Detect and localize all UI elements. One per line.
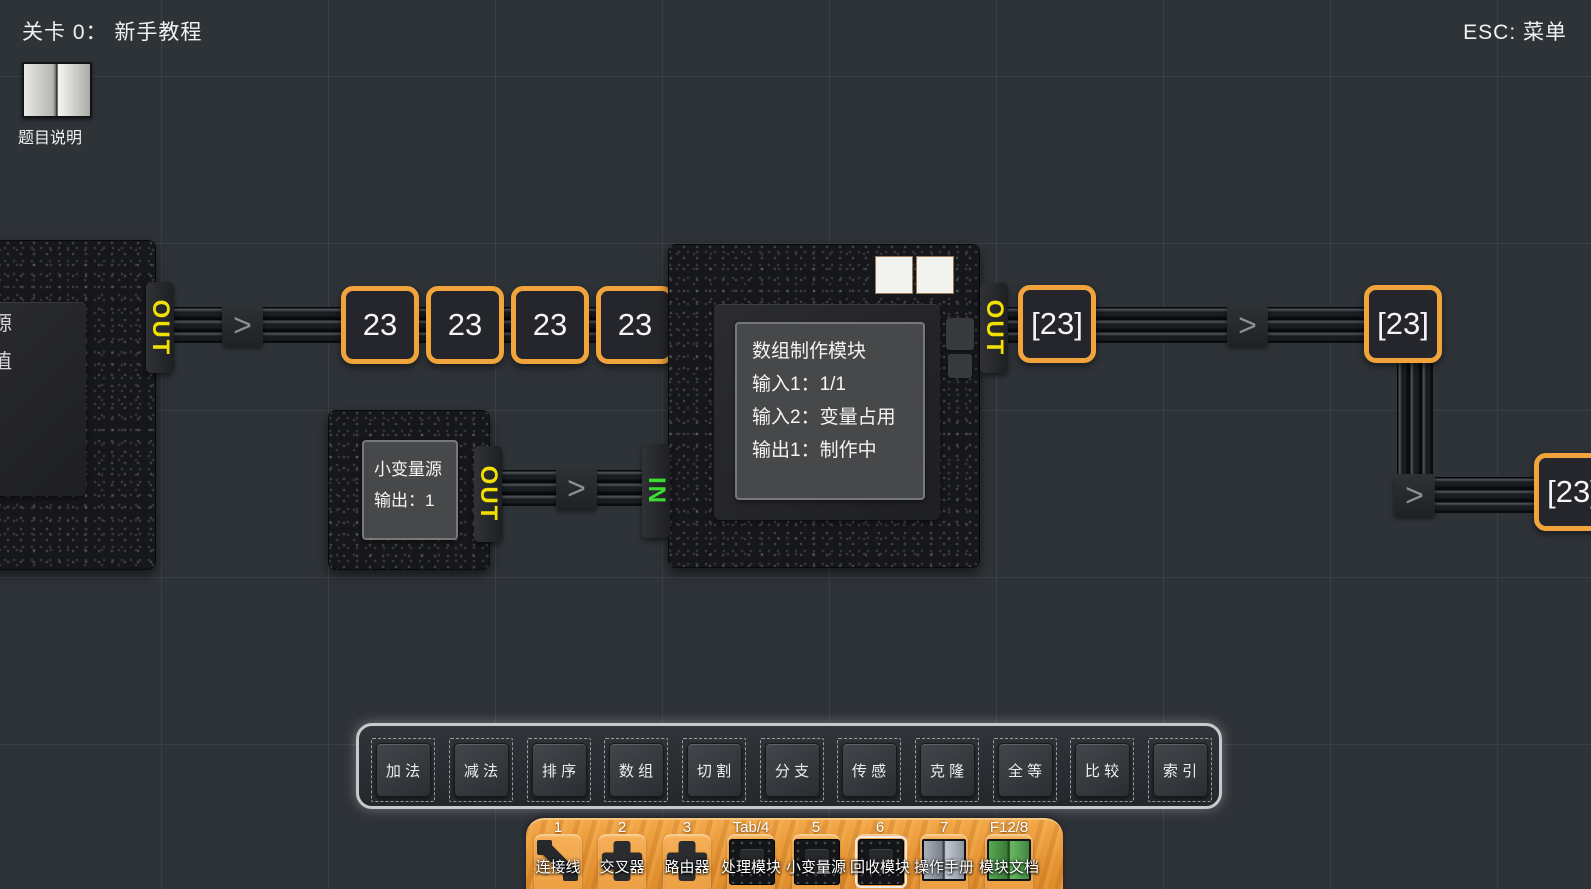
module-button-index[interactable]: 索 引 [1152, 743, 1208, 797]
module-cell: 全 等 [993, 738, 1057, 802]
chip-component [948, 354, 972, 378]
maker-chip-in-port[interactable]: IN [642, 444, 670, 538]
wire-direction-arrow: > [1227, 304, 1268, 346]
wire-direction-arrow: > [1394, 474, 1435, 516]
arrow-glyph: > [1405, 476, 1424, 513]
out-port-label: OUT [981, 299, 1008, 357]
module-cell: 数 组 [604, 738, 668, 802]
esc-menu-hint: ESC: 菜单 [1463, 21, 1567, 44]
wire-direction-arrow: > [556, 467, 597, 509]
module-cell: 传 感 [837, 738, 901, 802]
out-port-label: OUT [475, 465, 502, 523]
tooltip-input2: 输入2：变量占用 [752, 407, 896, 428]
in-port-label: IN [643, 477, 670, 505]
indicator-light [916, 256, 954, 294]
tooltip-output1: 输出1：制作中 [752, 440, 877, 461]
array-token: [23] [1018, 285, 1096, 363]
left-source-chip[interactable] [0, 240, 156, 570]
module-button-identical[interactable]: 全 等 [997, 743, 1053, 797]
out-port-label: OUT [147, 299, 174, 356]
value-token: 23 [511, 286, 589, 364]
value-token: 23 [596, 286, 674, 364]
game-screen: 关卡 0： 新手教程 ESC: 菜单 题目说明 源 值 OUT > > > > … [0, 0, 1591, 889]
level-title: 关卡 0： 新手教程 [22, 21, 203, 44]
maker-chip-tooltip: 数组制作模块 输入1：1/1 输入2：变量占用 输出1：制作中 [735, 322, 925, 500]
wire-down-right [1397, 363, 1433, 475]
source-chip-out-port[interactable]: OUT [474, 446, 502, 542]
module-cell: 减 法 [449, 738, 513, 802]
value-token: 23 [341, 286, 419, 364]
left-chip-partial-text-line2: 值 [0, 351, 12, 373]
wire-direction-arrow: > [222, 304, 263, 346]
wire-bottom-right [1433, 477, 1535, 513]
module-cell: 排 序 [527, 738, 591, 802]
source-chip-label: 小变量源 输出：1 [362, 440, 458, 540]
module-cell: 比 较 [1070, 738, 1134, 802]
left-chip-out-port[interactable]: OUT [146, 282, 174, 373]
module-button-cut[interactable]: 切 割 [686, 743, 742, 797]
module-cell: 分 支 [760, 738, 824, 802]
module-cell: 加 法 [371, 738, 435, 802]
tooltip-title: 数组制作模块 [752, 341, 867, 362]
module-cell: 索 引 [1148, 738, 1212, 802]
array-token: [23] [1364, 285, 1442, 363]
indicator-light [875, 256, 913, 294]
maker-chip-out-port[interactable]: OUT [980, 283, 1008, 373]
source-chip-title: 小变量源 [374, 460, 442, 479]
arrow-glyph: > [1238, 306, 1257, 343]
module-button-compare[interactable]: 比 较 [1074, 743, 1130, 797]
left-chip-partial-text-line1: 源 [0, 313, 12, 335]
hotbar-label: 模块文档 [978, 859, 1039, 876]
module-button-array[interactable]: 数 组 [608, 743, 664, 797]
module-button-sort[interactable]: 排 序 [531, 743, 587, 797]
left-chip-die [0, 302, 86, 496]
arrow-glyph: > [567, 469, 586, 506]
tooltip-input1: 输入1：1/1 [752, 374, 846, 395]
arrow-glyph: > [233, 306, 252, 343]
module-button-add[interactable]: 加 法 [375, 743, 431, 797]
module-button-subtract[interactable]: 减 法 [453, 743, 509, 797]
chip-component [946, 318, 974, 350]
module-button-clone[interactable]: 克 隆 [919, 743, 975, 797]
module-cell: 切 割 [682, 738, 746, 802]
help-label: 题目说明 [18, 130, 83, 147]
array-token: [23] [1534, 453, 1591, 531]
module-button-branch[interactable]: 分 支 [764, 743, 820, 797]
module-cell: 克 隆 [915, 738, 979, 802]
module-button-sense[interactable]: 传 感 [841, 743, 897, 797]
source-chip-output: 输出：1 [374, 491, 435, 510]
value-token: 23 [426, 286, 504, 364]
open-book-icon[interactable] [22, 62, 92, 118]
